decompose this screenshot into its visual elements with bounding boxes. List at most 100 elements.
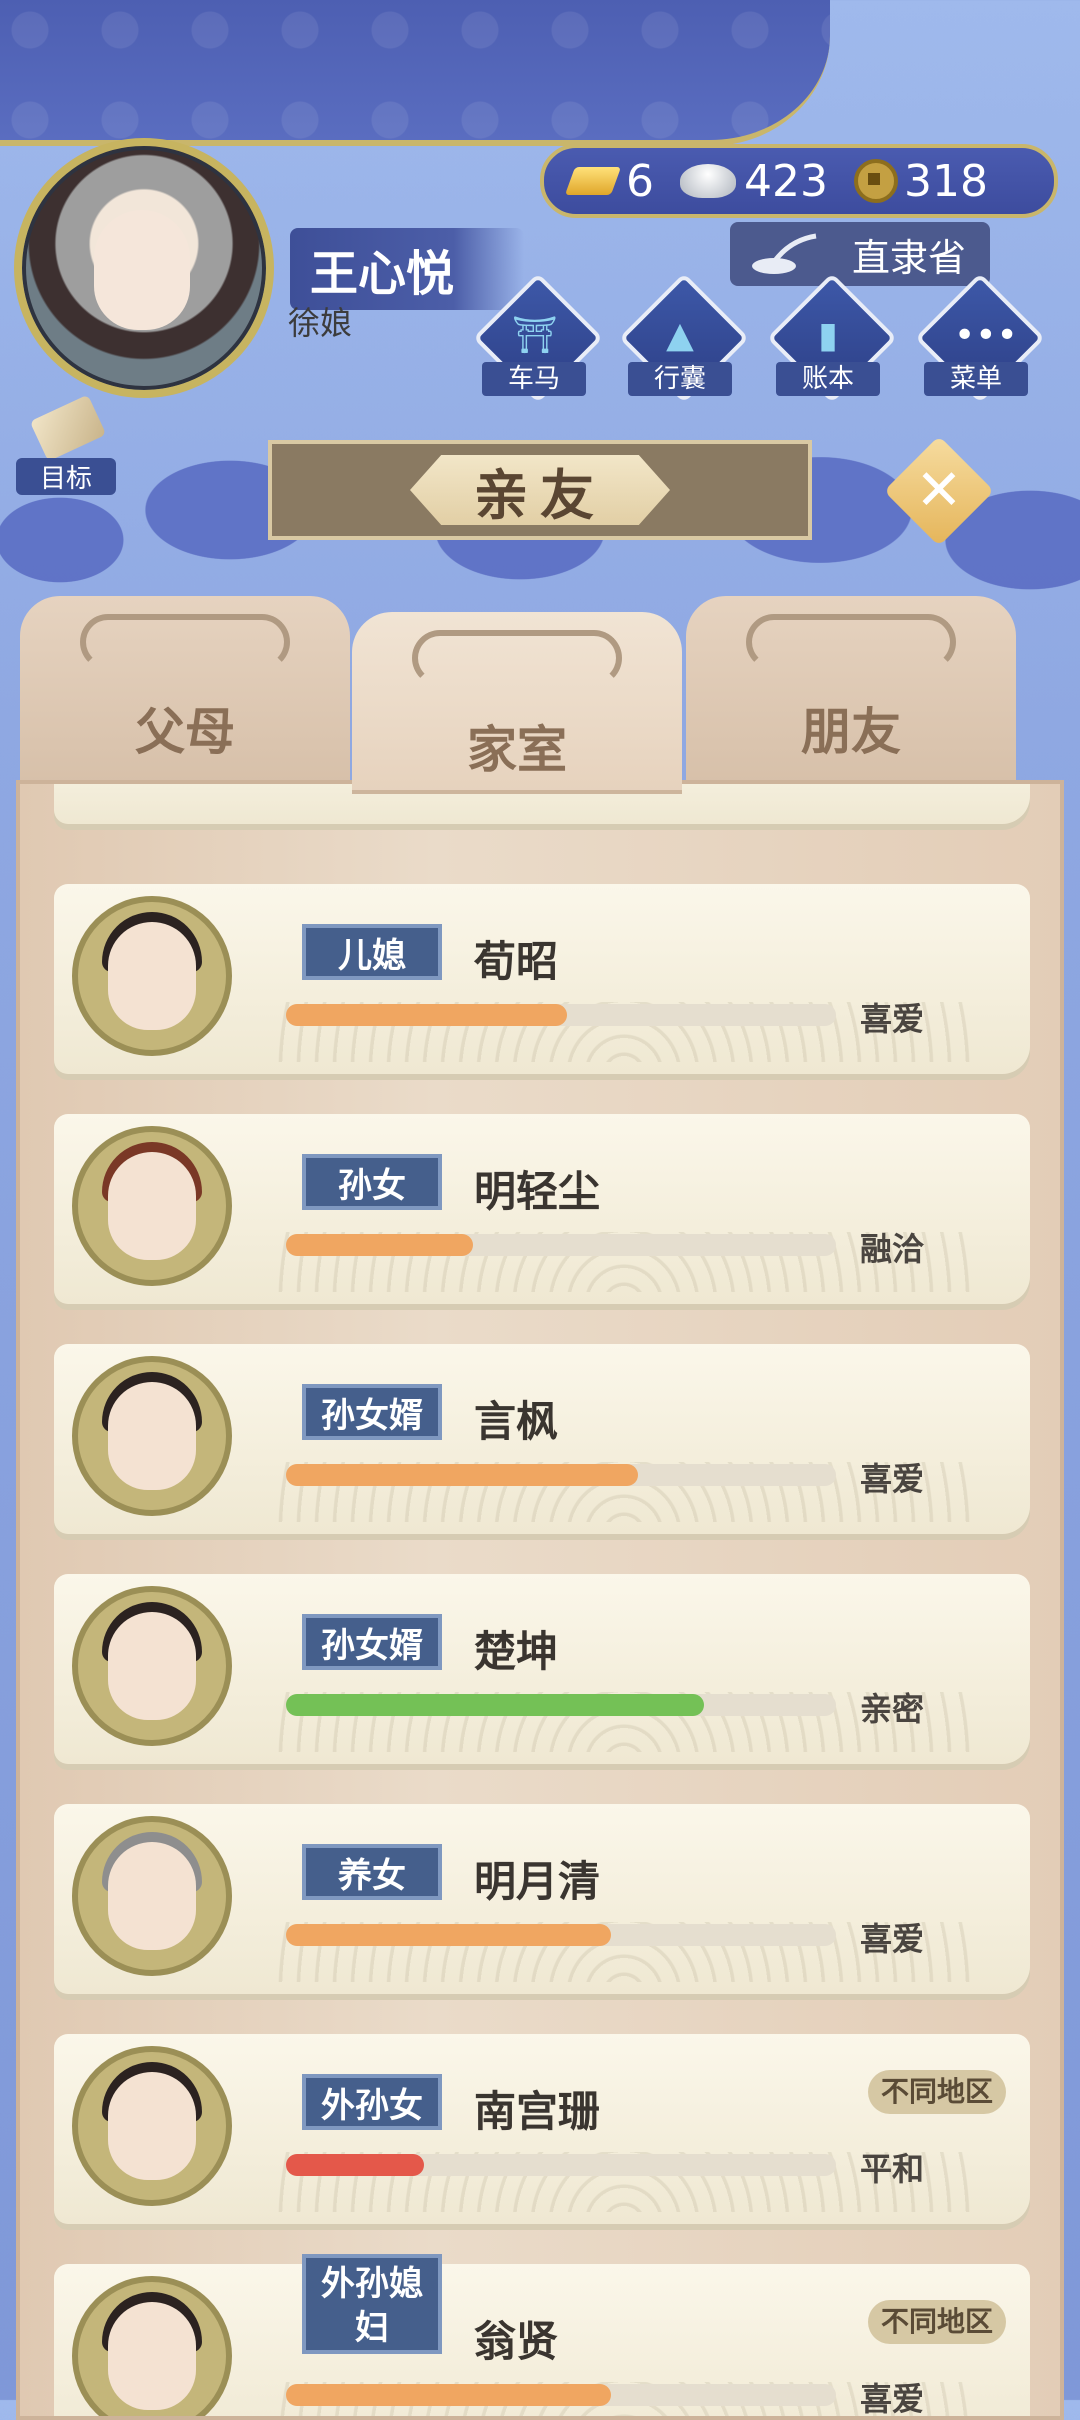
relative-card[interactable]: 不同地区 外孙女 南宫珊 平和	[54, 2034, 1030, 2224]
affinity-bar	[286, 1924, 836, 1946]
ledger-icon: ▮	[818, 315, 838, 356]
tab-ornament	[80, 614, 290, 670]
relative-card[interactable]: 不同地区 外孙媳妇 翁贤 喜爱	[54, 2254, 1030, 2418]
panel-title: 亲友	[410, 455, 670, 525]
relative-avatar	[72, 2046, 232, 2206]
affinity-bar	[286, 1694, 836, 1716]
scroll-icon	[29, 394, 107, 462]
relative-avatar	[72, 896, 232, 1056]
coin-currency: 318	[853, 155, 988, 207]
relation-status: 喜爱	[860, 1460, 925, 1498]
region-tag: 不同地区	[868, 2300, 1006, 2344]
close-icon: ✕	[915, 458, 963, 523]
tab-label: 朋友	[801, 703, 901, 761]
relation-status: 喜爱	[860, 1920, 925, 1958]
relative-card[interactable]: 养女 明月清 喜爱	[54, 1804, 1030, 1994]
affinity-fill	[286, 2384, 611, 2406]
relative-name: 明月清	[474, 1857, 601, 1906]
relative-avatar	[72, 2276, 232, 2416]
tab-label: 家室	[467, 721, 567, 779]
relation-status: 喜爱	[860, 2380, 925, 2418]
relatives-list[interactable]: 儿媳 荀昭 喜爱 孙女 明轻尘 融洽 孙女婿 言枫 喜爱 孙女婿 楚坤 亲密 养…	[16, 780, 1064, 2420]
relation-status: 平和	[860, 2150, 925, 2188]
gold-ingot-icon	[564, 167, 622, 195]
menu-button[interactable]: ••• 菜单	[914, 272, 1046, 404]
gold-currency: 6	[564, 155, 654, 207]
relative-card[interactable]: 孙女婿 言枫 喜爱	[54, 1344, 1030, 1534]
affinity-bar	[286, 2154, 836, 2176]
avatar-face	[108, 1842, 196, 1950]
affinity-fill	[286, 1464, 638, 1486]
avatar-face	[108, 2302, 196, 2410]
affinity-fill	[286, 1234, 473, 1256]
role-badge: 孙女	[302, 1154, 442, 1210]
silver-ingot-icon	[680, 164, 736, 198]
role-badge: 外孙女	[302, 2074, 442, 2130]
goal-button[interactable]: 目标	[16, 394, 116, 500]
goal-label: 目标	[16, 458, 116, 495]
role-badge: 儿媳	[302, 924, 442, 980]
relative-name: 翁贤	[474, 2317, 559, 2366]
tab-ornament	[412, 630, 622, 686]
location-button[interactable]: 直隶省	[730, 222, 990, 286]
bundle-label: 行囊	[628, 362, 732, 396]
relation-status: 融洽	[860, 1230, 925, 1268]
silver-amount: 423	[744, 155, 828, 207]
relative-name: 南宫珊	[474, 2087, 601, 2136]
avatar-face	[108, 1612, 196, 1720]
carriage-label: 车马	[482, 362, 586, 396]
relative-name: 楚坤	[474, 1627, 559, 1676]
silver-currency: 423	[680, 156, 828, 207]
player-avatar[interactable]	[14, 138, 274, 398]
relative-card[interactable]: 孙女 明轻尘 融洽	[54, 1114, 1030, 1304]
ledger-label: 账本	[776, 362, 880, 396]
relation-status: 亲密	[860, 1690, 925, 1728]
avatar-face	[94, 210, 190, 330]
carriage-icon: ⛩	[512, 315, 558, 356]
avatar-face	[108, 1152, 196, 1260]
more-icon: •••	[954, 315, 1018, 356]
relative-avatar	[72, 1356, 232, 1516]
affinity-bar	[286, 1464, 836, 1486]
role-badge: 外孙媳妇	[302, 2254, 442, 2354]
copper-coin-icon	[853, 159, 898, 203]
role-badge: 孙女婿	[302, 1384, 442, 1440]
coin-amount: 318	[903, 155, 988, 207]
location-label: 直隶省	[851, 235, 966, 280]
relative-name: 荀昭	[474, 937, 559, 986]
role-badge: 养女	[302, 1844, 442, 1900]
relation-status: 喜爱	[860, 1000, 925, 1038]
relative-name: 明轻尘	[474, 1167, 601, 1216]
close-button[interactable]: ✕	[883, 435, 995, 547]
region-tag: 不同地区	[868, 2070, 1006, 2114]
bundle-icon: ▲	[666, 315, 694, 356]
gold-amount: 6	[626, 155, 654, 207]
tab-friends[interactable]: 朋友	[686, 596, 1016, 794]
relative-card[interactable]: 儿媳 荀昭 喜爱	[54, 884, 1030, 1074]
avatar-face	[108, 2072, 196, 2180]
relative-avatar	[72, 1586, 232, 1746]
affinity-fill	[286, 2154, 424, 2176]
top-banner	[0, 0, 830, 146]
affinity-fill	[286, 1694, 704, 1716]
tab-parents[interactable]: 父母	[20, 596, 350, 794]
avatar-face	[108, 1382, 196, 1490]
relative-name: 言枫	[474, 1397, 559, 1446]
relative-card[interactable]: 孙女婿 楚坤 亲密	[54, 1574, 1030, 1764]
role-badge: 孙女婿	[302, 1614, 442, 1670]
player-age-title: 徐娘	[288, 304, 353, 342]
tab-family[interactable]: 家室	[352, 612, 682, 794]
affinity-bar	[286, 2384, 836, 2406]
avatar-face	[108, 922, 196, 1030]
relative-avatar	[72, 1126, 232, 1286]
affinity-fill	[286, 1004, 567, 1026]
bundle-button[interactable]: ▲ 行囊	[618, 272, 750, 404]
menu-label: 菜单	[924, 362, 1028, 396]
affinity-bar	[286, 1234, 836, 1256]
carriage-button[interactable]: ⛩ 车马	[472, 272, 604, 404]
ledger-button[interactable]: ▮ 账本	[766, 272, 898, 404]
currency-bar: 6 423 318	[540, 144, 1058, 218]
affinity-bar	[286, 1004, 836, 1026]
relative-avatar	[72, 1816, 232, 1976]
tab-ornament	[746, 614, 956, 670]
